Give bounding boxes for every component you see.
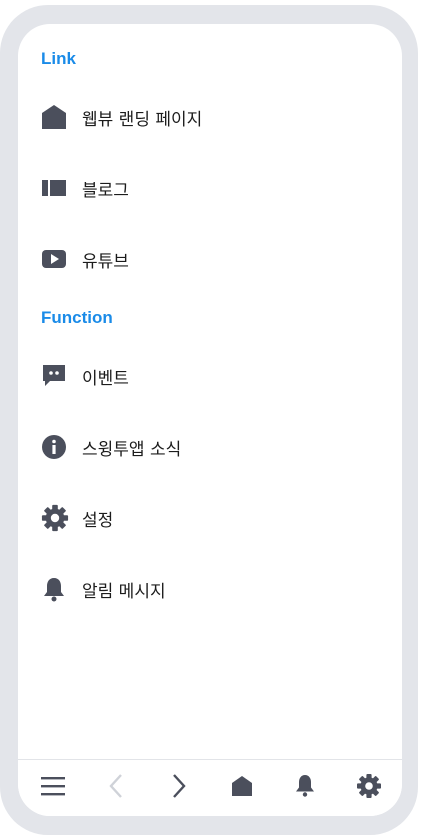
- chevron-left-icon: [108, 773, 124, 803]
- bell-icon: [41, 575, 69, 603]
- menu-item-label: 알림 메시지: [82, 581, 166, 602]
- chevron-right-icon: [171, 773, 187, 803]
- device-frame: Link 웹뷰 랜딩 페이지 블로그 유튜브 Function 이벤트 스윙투앱…: [0, 5, 418, 835]
- settings-button[interactable]: [349, 768, 389, 808]
- menu-item-label: 스윙투앱 소식: [82, 439, 182, 460]
- chat-icon: [41, 362, 69, 390]
- info-icon: [41, 433, 69, 461]
- youtube-icon: [41, 245, 69, 273]
- menu-item-event[interactable]: 이벤트: [41, 356, 381, 396]
- menu-item-notifications[interactable]: 알림 메시지: [41, 569, 381, 609]
- home-icon: [41, 103, 69, 131]
- forward-button[interactable]: [159, 768, 199, 808]
- menu-item-label: 블로그: [82, 180, 129, 201]
- notifications-button[interactable]: [285, 768, 325, 808]
- gear-icon: [356, 773, 382, 803]
- home-button[interactable]: [222, 768, 262, 808]
- menu-item-webview-landing[interactable]: 웹뷰 랜딩 페이지: [41, 97, 381, 137]
- section-title-link: Link: [41, 49, 76, 68]
- side-menu-screen: Link 웹뷰 랜딩 페이지 블로그 유튜브 Function 이벤트 스윙투앱…: [18, 24, 402, 816]
- bell-icon: [294, 774, 316, 802]
- menu-item-label: 유튜브: [82, 251, 129, 272]
- menu-button[interactable]: [33, 768, 73, 808]
- bottom-nav-bar: [18, 759, 402, 816]
- menu-item-label: 설정: [82, 510, 114, 531]
- menu-item-label: 이벤트: [82, 368, 129, 389]
- menu-item-swing2app-news[interactable]: 스윙투앱 소식: [41, 427, 381, 467]
- back-button[interactable]: [96, 768, 136, 808]
- hamburger-icon: [40, 775, 66, 801]
- section-title-function: Function: [41, 308, 113, 327]
- gear-icon: [41, 504, 69, 532]
- blog-icon: [41, 174, 69, 202]
- menu-item-settings[interactable]: 설정: [41, 498, 381, 538]
- home-icon: [231, 775, 253, 801]
- menu-item-youtube[interactable]: 유튜브: [41, 239, 381, 279]
- menu-item-blog[interactable]: 블로그: [41, 168, 381, 208]
- menu-item-label: 웹뷰 랜딩 페이지: [82, 109, 203, 130]
